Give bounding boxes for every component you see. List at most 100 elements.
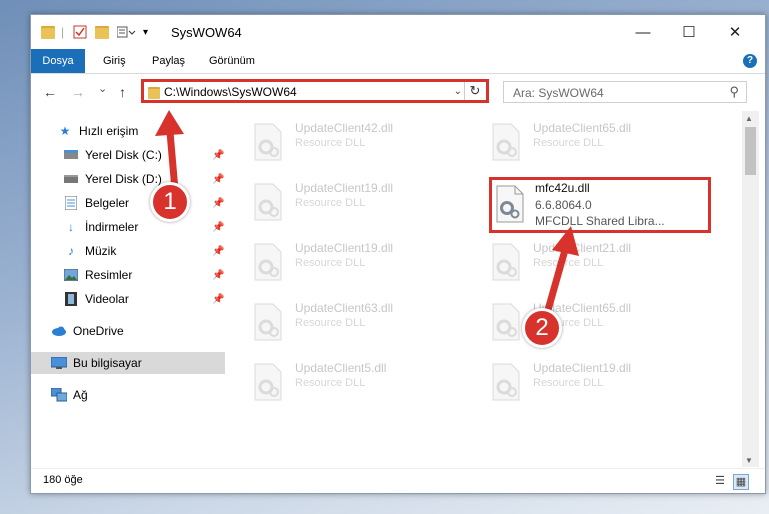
dll-file-icon <box>254 243 282 281</box>
chevron-down-icon[interactable]: ⌄ <box>454 86 462 97</box>
file-name: UpdateClient21.dll <box>533 241 632 255</box>
file-item[interactable]: UpdateClient63.dll Resource DLL <box>253 299 473 351</box>
file-name: UpdateClient19.dll <box>295 181 394 195</box>
scroll-up-icon[interactable]: ▲ <box>745 114 753 123</box>
network-icon <box>51 388 67 402</box>
sidebar-item-downloads[interactable]: ↓ İndirmeler 📌 <box>31 216 226 238</box>
sidebar-item-label: OneDrive <box>73 324 124 338</box>
sidebar-item-quick-access[interactable]: ★ Hızlı erişim <box>31 120 226 142</box>
file-description: Resource DLL <box>295 197 366 209</box>
sidebar-item-onedrive[interactable]: OneDrive <box>31 320 226 342</box>
properties-icon[interactable] <box>73 23 87 41</box>
maximize-button[interactable]: ☐ <box>679 23 699 41</box>
download-icon: ↓ <box>68 220 74 234</box>
sidebar-item-label: Hızlı erişim <box>79 124 139 138</box>
dll-file-icon <box>492 303 520 341</box>
sidebar-item-label: Belgeler <box>85 196 130 210</box>
tab-giris[interactable]: Giriş <box>103 49 126 73</box>
sidebar-item-label: Videolar <box>85 292 129 306</box>
navigation-bar: ← → ⌄ ↑ C:\Windows\SysWOW64 ⌄ ↻ Ara: Sys… <box>31 74 765 110</box>
pin-icon[interactable]: 📌 <box>212 222 224 233</box>
vertical-scrollbar[interactable]: ▲ ▼ <box>742 111 759 467</box>
tab-gorunum[interactable]: Görünüm <box>209 49 255 73</box>
qat-dropdown-icon[interactable]: ▾ <box>143 23 148 41</box>
sidebar-item-documents[interactable]: Belgeler 📌 <box>31 192 226 214</box>
tab-paylas[interactable]: Paylaş <box>152 49 185 73</box>
folder-icon <box>148 87 160 99</box>
pin-icon[interactable]: 📌 <box>212 270 224 281</box>
file-list: UpdateClient42.dll Resource DLL UpdateCl… <box>227 111 741 467</box>
file-description: Resource DLL <box>295 377 366 389</box>
file-item[interactable]: UpdateClient19.dll Resource DLL <box>253 179 473 231</box>
file-description: Resource DLL <box>295 317 366 329</box>
documents-icon <box>63 196 79 210</box>
details-view-icon[interactable]: ☰ <box>713 474 727 488</box>
tab-dosya[interactable]: Dosya <box>31 49 85 73</box>
highlight-box <box>489 177 711 233</box>
pin-icon[interactable]: 📌 <box>212 294 224 305</box>
file-description: Resource DLL <box>533 257 604 269</box>
recent-locations-button[interactable]: ⌄ <box>98 82 107 95</box>
pin-icon[interactable]: 📌 <box>212 246 224 257</box>
sidebar-item-label: Müzik <box>85 244 117 258</box>
file-item[interactable]: UpdateClient21.dll Resource DLL <box>491 239 711 291</box>
dll-file-icon <box>254 183 282 221</box>
forward-button[interactable]: → <box>71 84 85 100</box>
file-description: Resource DLL <box>533 377 604 389</box>
minimize-button[interactable]: — <box>633 23 653 41</box>
dll-file-icon <box>492 363 520 401</box>
file-name: UpdateClient19.dll <box>295 241 394 255</box>
dll-file-icon <box>254 123 282 161</box>
file-item[interactable]: UpdateClient42.dll Resource DLL <box>253 119 473 171</box>
pin-icon[interactable]: 📌 <box>212 198 224 209</box>
search-icon[interactable]: ⚲ <box>729 84 739 100</box>
scroll-down-icon[interactable]: ▼ <box>745 456 753 465</box>
pin-icon[interactable]: 📌 <box>212 150 224 161</box>
scrollbar-thumb[interactable] <box>745 127 756 175</box>
sidebar-item-videos[interactable]: Videolar 📌 <box>31 288 226 310</box>
pin-icon[interactable]: 📌 <box>212 174 224 185</box>
pictures-icon <box>63 268 79 282</box>
address-text[interactable]: C:\Windows\SysWOW64 <box>164 85 297 99</box>
dll-file-icon <box>492 243 520 281</box>
back-button[interactable]: ← <box>43 84 57 100</box>
sidebar-item-disk-c[interactable]: Yerel Disk (C:) 📌 <box>31 144 226 166</box>
customize-qat-icon[interactable] <box>117 23 137 41</box>
up-button[interactable]: ↑ <box>119 84 126 100</box>
close-button[interactable]: ✕ <box>725 23 745 41</box>
step-badge-1: 1 <box>150 182 190 222</box>
new-folder-icon[interactable] <box>95 23 109 41</box>
computer-icon <box>51 356 67 370</box>
star-icon: ★ <box>59 124 71 138</box>
sidebar-item-disk-d[interactable]: Yerel Disk (D:) 📌 <box>31 168 226 190</box>
file-description: Resource DLL <box>295 137 366 149</box>
large-icons-view-icon[interactable]: ▦ <box>733 474 749 490</box>
sidebar-item-label: Yerel Disk (C:) <box>85 148 162 162</box>
videos-icon <box>63 292 79 306</box>
music-icon: ♪ <box>68 244 74 258</box>
refresh-button[interactable]: ↻ <box>464 82 485 100</box>
help-icon[interactable]: ? <box>743 54 757 68</box>
title-bar: | ▾ SysWOW64 — ☐ ✕ <box>31 15 765 49</box>
file-item[interactable]: UpdateClient5.dll Resource DLL <box>253 359 473 411</box>
file-name: UpdateClient42.dll <box>295 121 394 135</box>
file-name: UpdateClient63.dll <box>295 301 394 315</box>
file-item[interactable]: UpdateClient65.dll Resource DLL <box>491 119 711 171</box>
sidebar-item-label: Yerel Disk (D:) <box>85 172 162 186</box>
search-input[interactable]: Ara: SysWOW64 ⚲ <box>503 81 747 103</box>
sidebar-item-this-pc[interactable]: Bu bilgisayar <box>31 352 225 374</box>
file-item[interactable]: UpdateClient19.dll Resource DLL <box>253 239 473 291</box>
dll-file-icon <box>254 303 282 341</box>
folder-icon[interactable] <box>41 23 55 41</box>
window-title: SysWOW64 <box>171 25 242 40</box>
sidebar-item-pictures[interactable]: Resimler 📌 <box>31 264 226 286</box>
address-bar[interactable]: C:\Windows\SysWOW64 ⌄ ↻ <box>141 79 489 103</box>
sidebar-item-label: Bu bilgisayar <box>73 356 142 370</box>
item-count: 180 öğe <box>43 474 83 486</box>
sidebar-item-label: İndirmeler <box>85 220 139 234</box>
sidebar-item-network[interactable]: Ağ <box>31 384 226 406</box>
navigation-pane: ★ Hızlı erişim Yerel Disk (C:) 📌 Yerel D… <box>31 111 226 467</box>
file-name: UpdateClient19.dll <box>533 361 632 375</box>
file-item[interactable]: UpdateClient19.dll Resource DLL <box>491 359 711 411</box>
sidebar-item-music[interactable]: ♪ Müzik 📌 <box>31 240 226 262</box>
